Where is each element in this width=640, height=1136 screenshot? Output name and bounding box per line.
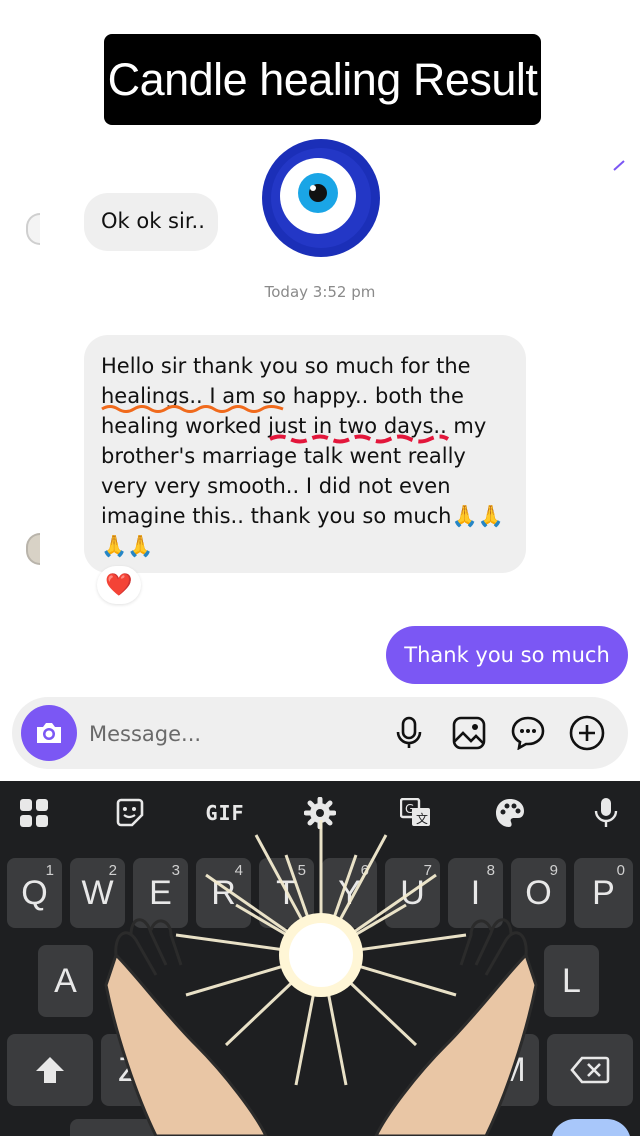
key-e[interactable]: E3 [133, 858, 188, 928]
apps-grid-button[interactable] [14, 793, 54, 833]
reaction-heart[interactable]: ❤️ [97, 566, 141, 604]
key-u[interactable]: U7 [385, 858, 440, 928]
key-label: Y [338, 873, 361, 912]
gif-label: GIF [205, 801, 245, 825]
key-label: T [276, 873, 297, 912]
key-label: E [149, 873, 172, 912]
key-label: R [211, 873, 236, 912]
sticker-button[interactable] [508, 713, 548, 753]
key-label: U [400, 873, 425, 912]
microphone-icon [594, 798, 618, 827]
add-icon [569, 715, 605, 751]
key-alt: 1 [45, 862, 54, 879]
incoming-message: Hello sir thank you so much for the heal… [84, 335, 526, 573]
decorative-mark [613, 160, 625, 171]
key-alt: 3 [171, 862, 180, 879]
key-alt: 7 [423, 862, 432, 879]
sticker-icon [116, 798, 144, 827]
key-label: O [525, 873, 552, 912]
key-l[interactable]: L [544, 945, 599, 1017]
message-text: Hello sir thank you so much for the heal… [101, 354, 504, 558]
key-label: W [81, 873, 114, 912]
key-alt: 5 [297, 862, 306, 879]
outgoing-message: Thank you so much [386, 626, 628, 684]
add-button[interactable] [567, 713, 607, 753]
incoming-message: Ok ok sir.. [84, 193, 218, 251]
key-o[interactable]: O9 [511, 858, 566, 928]
translate-icon: G 文 [400, 798, 430, 826]
key-w[interactable]: W2 [70, 858, 125, 928]
sticker-icon [511, 716, 545, 750]
evil-eye-icon [262, 139, 380, 257]
shift-key[interactable] [7, 1034, 93, 1106]
key-a[interactable]: A [38, 945, 93, 1017]
theme-button[interactable] [490, 793, 530, 833]
key-label: P [592, 873, 615, 912]
key-y[interactable]: Y6 [322, 858, 377, 928]
highlight-underline [269, 434, 450, 444]
microphone-icon [396, 716, 422, 748]
symbols-key[interactable] [70, 1119, 156, 1136]
key-label: I [470, 873, 481, 912]
key-label: Q [21, 873, 48, 912]
camera-button[interactable] [21, 705, 77, 761]
title-banner: Candle healing Result [104, 34, 541, 125]
key-r[interactable]: R4 [196, 858, 251, 928]
message-text: Ok ok sir.. [101, 209, 205, 233]
key-q[interactable]: Q1 [7, 858, 62, 928]
key-alt: 6 [360, 862, 369, 879]
gif-button[interactable]: GIF [199, 793, 251, 833]
enter-key[interactable] [551, 1119, 631, 1136]
key-label: L [562, 961, 581, 1000]
key-z[interactable]: Z [101, 1034, 156, 1106]
sticker-button[interactable] [110, 793, 150, 833]
microphone-button[interactable] [389, 713, 429, 753]
settings-button[interactable] [300, 793, 340, 833]
image-icon [452, 716, 486, 750]
gallery-button[interactable] [449, 713, 489, 753]
key-m[interactable]: M [484, 1034, 539, 1106]
key-alt: 0 [616, 862, 625, 879]
key-label: M [497, 1050, 526, 1089]
key-i[interactable]: I8 [448, 858, 503, 928]
key-alt: 4 [234, 862, 243, 879]
key-p[interactable]: P0 [574, 858, 633, 928]
key-label: A [54, 961, 77, 1000]
key-label: Z [118, 1050, 139, 1089]
highlight-underline [101, 405, 284, 413]
backspace-icon [570, 1056, 610, 1084]
palette-icon [496, 799, 524, 827]
backspace-key[interactable] [547, 1034, 633, 1106]
svg-text:G: G [405, 802, 414, 816]
key-alt: 9 [549, 862, 558, 879]
title-text: Candle healing Result [107, 53, 538, 105]
apps-grid-icon [20, 799, 48, 827]
message-text: Thank you so much [404, 643, 610, 667]
message-timestamp: Today 3:52 pm [264, 283, 376, 301]
avatar[interactable] [26, 533, 40, 565]
svg-text:文: 文 [416, 811, 428, 826]
key-t[interactable]: T5 [259, 858, 314, 928]
message-input[interactable] [89, 718, 379, 750]
voice-input-button[interactable] [586, 793, 626, 833]
translate-button[interactable]: G 文 [396, 793, 436, 833]
camera-icon [37, 723, 61, 743]
avatar[interactable] [26, 213, 40, 245]
settings-icon [304, 797, 336, 829]
key-alt: 2 [108, 862, 117, 879]
shift-icon [36, 1057, 64, 1083]
key-alt: 8 [486, 862, 495, 879]
